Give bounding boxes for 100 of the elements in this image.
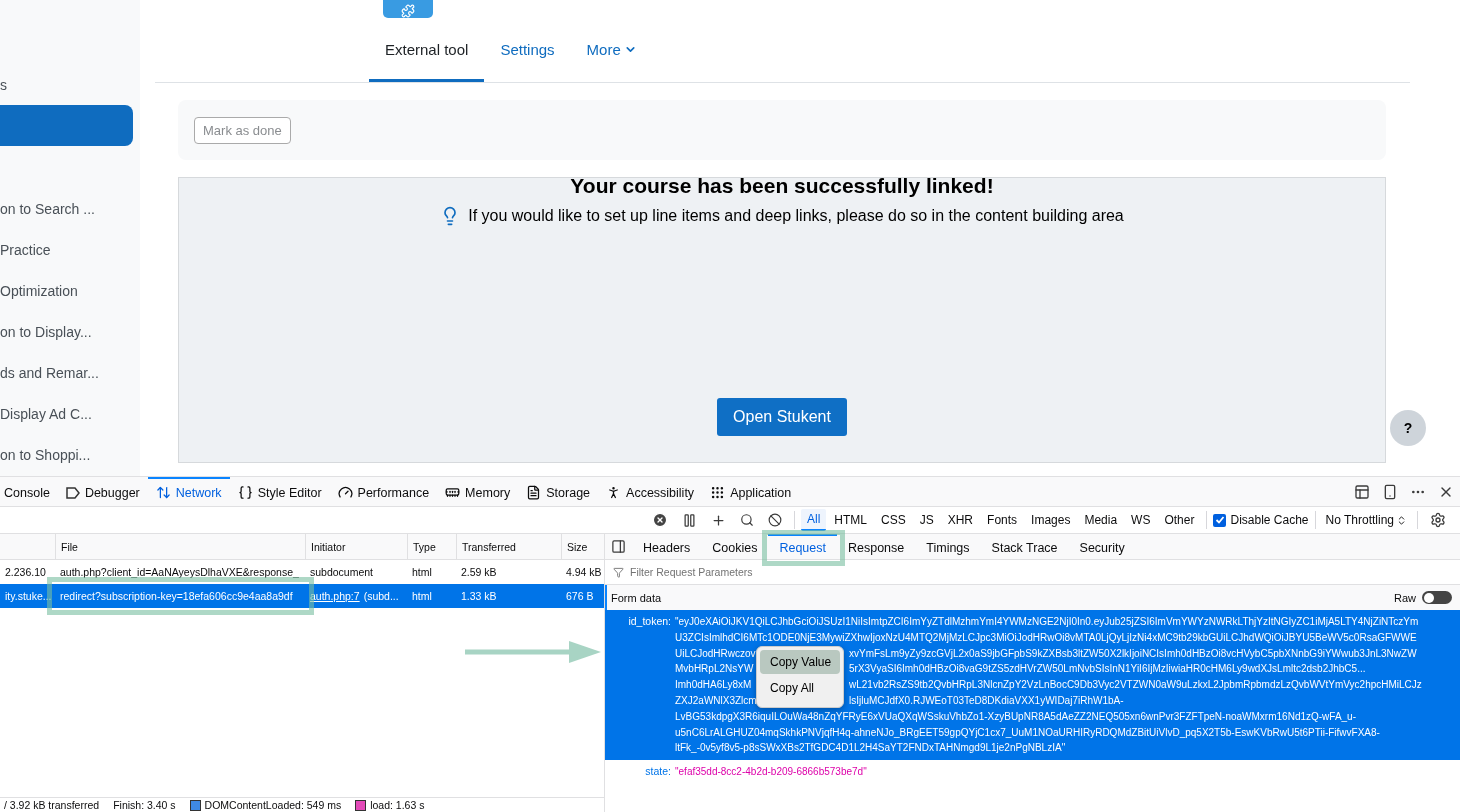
label-icon	[65, 486, 80, 499]
sidebar-item[interactable]: Practice	[0, 229, 140, 270]
sidebar-item[interactable]: s	[0, 64, 140, 105]
open-button[interactable]: Open Stukent	[717, 398, 847, 436]
devtools-tab[interactable]: Storage	[518, 477, 599, 506]
menu-item[interactable]: Copy All	[760, 676, 840, 700]
table-cell-text: ity.stuke...	[4, 589, 53, 604]
status-text: / 3.92 kB transferred	[4, 799, 100, 811]
hint-text: If you would like to set up line items and deep links, please do so in the content building area	[468, 207, 1124, 225]
param-value: MvbHRpL2NsYW	[675, 662, 753, 677]
table-cell-text: 4.94 kB	[565, 565, 603, 580]
param-value: xvYmFsLm9yZy9zcGVjL2x0aS9jbGFpbS9kZXBsb3ltZW50X2lkIjoiNCIsImh0dHBzOi8vcHVybC5pbXNnbG9iYWwub3JnL3NwZW	[849, 646, 1418, 661]
tab-icon	[445, 485, 461, 500]
table-cell-text: html	[411, 565, 433, 580]
param-value: LvBG53kdpgX3R6iquILOuWa48nZqYFRyE6xVUaQXqWSskuVhbZo1-XzyBUpNR8A5dAeZZ2NEQ505xn6wnPvr3FZFTpeN-noaWMxrm16Nd1zQ-wFA_u-	[675, 709, 1357, 724]
sidebar-item[interactable]: on to Shoppi...	[0, 434, 140, 475]
filter-button[interactable]: HTML	[828, 510, 873, 530]
status-text: DOMContentLoaded: 549 ms	[204, 799, 342, 811]
filter-button[interactable]: Media	[1078, 510, 1124, 530]
sidebar-item[interactable]: Optimization	[0, 270, 140, 311]
param-value: wL21vb2RsZS9tb2QvbHRpL3NlcnZpY2VzLnBocC9Db3Vyc2VTZWN0aW9uLzkxL2JpbmRpbmdzLzQvbWVtYmVyc2hpcHMiLCJz	[849, 678, 1423, 693]
status-text: load: 1.63 s	[370, 799, 425, 811]
param-value: "eyJ0eXAiOiJKV1QiLCJhbGciOiJSUzI1NiIsImtpZCI6ImYyZTdlMzhmYmI4YWMzNGE2NjI0In0.eyJub25jZSI6ImVmYWYzNWRkLThjYzItNGIyZC1iMjA5LTY4NjZiNTczYm	[675, 615, 1420, 629]
updown-icon	[1396, 514, 1407, 526]
param-value: U3ZCIsImlhdCI6MTc1ODE0NjE3MywiZXhwIjoxNzU4MTQ2MjMzLCJpc3MiOiJodHRwOi8vMTA0LjQyLjIzNi4xMC9tb29kbGUiLCJhdWQiOiJBYU5BeWV5c0RsaGFWWE	[675, 630, 1418, 645]
table-cell-text: redirect?subscription-key=18efa606cc9e4aa8a9df	[59, 589, 294, 604]
devtools-tab[interactable]: Application	[702, 477, 800, 506]
table-cell-text: auth.php:7 (subd...	[309, 589, 400, 604]
param-value: "efaf35dd-8cc2-4b2d-b209-6866b573be7d"	[675, 765, 868, 780]
checkbox-label: Disable Cache	[1230, 513, 1309, 527]
raw-toggle[interactable]	[1422, 591, 1452, 604]
param-value: u5nC6LrALGHUZ04mqSkhkPNVjqfH4q-ahneNJo_BRgEET59gpQYjC1cx7_UuM1NOaURHIRyRDQMdZBitUiVlvD_pq5X2T5b-EswKVbRwU5t6PTii-FifwvFXA8-	[675, 725, 1381, 740]
menu-item[interactable]: Copy Value	[760, 650, 840, 674]
detail-tab[interactable]: Timings	[915, 534, 981, 559]
table-cell-text: auth.php?client_id=AaNAyeysDlhaVXE&response_	[59, 565, 300, 580]
filter-button[interactable]: WS	[1125, 510, 1157, 530]
column-header[interactable]: Type	[407, 534, 456, 559]
devtools-tab[interactable]: Performance	[329, 477, 438, 506]
column-header[interactable]: Transferred	[456, 534, 561, 559]
sidebar-item[interactable]: on to Display...	[0, 311, 140, 352]
devtools-tab[interactable]: Style Editor	[229, 477, 330, 506]
detail-tab[interactable]: Cookies	[701, 534, 769, 559]
filter-field[interactable]: Filter Request Parameters	[628, 565, 1460, 579]
devtools-tab[interactable]: Memory	[437, 477, 519, 506]
param-row[interactable]: state: "efaf35dd-8cc2-4b2d-b209-6866b573be7d"	[605, 760, 1460, 784]
table-cell-text: 676 B	[565, 589, 595, 604]
column-header[interactable]: File	[55, 534, 305, 559]
section-title: Form data	[611, 591, 662, 604]
request-row[interactable]: ity.stuke... redirect?subscription-key=18efa606cc9e4aa8a9df auth.php:7 (subd... html 1.33 kB 676 B	[0, 584, 604, 608]
param-value: Imh0dHA6Ly8xM	[675, 678, 753, 693]
filter-button[interactable]: Other	[1158, 510, 1201, 530]
tab-icon	[337, 485, 353, 500]
param-value: 5rX3VyaSI6Imh0dHBzOi8vaG9tZS5zdHVrZW50LmNvbSIsInN1YiI6IjMzIiwiaHR0cHM6Ly9wdXJsLmltc2dsb2JhbC5...	[849, 662, 1367, 677]
column-header[interactable]: Initiator	[305, 534, 407, 559]
status-text: Finish: 3.40 s	[113, 799, 176, 811]
sidebar-item[interactable]: on to Search ...	[0, 188, 140, 229]
detail-tab[interactable]: Response	[837, 534, 916, 559]
param-value: ltFk_-0v5yf8v5-p8sSWxXBs2TfGDC4D1L2H4SaYT2FNDxTAHNmgd9L1je2nPgNBLzIA"	[675, 741, 1067, 756]
devtools-tab[interactable]: Network	[147, 477, 230, 506]
checkbox[interactable]	[1213, 513, 1227, 527]
param-value: lsIjluMCJdfX0.RJWEoT03TeD8DKdiaVXX1yWIDaj7iRhW1bA-	[849, 694, 1125, 708]
activity-tab[interactable]: Settings	[484, 19, 571, 82]
success-title: Your course has been successfully linked!	[570, 174, 994, 198]
toggle-label: Raw	[1394, 591, 1416, 604]
filter-button[interactable]: CSS	[875, 510, 912, 530]
detail-tab[interactable]: Stack Trace	[980, 534, 1069, 559]
filter-button[interactable]: XHR	[941, 510, 980, 530]
param-row[interactable]	[605, 610, 1460, 761]
param-name: id_token:	[627, 614, 671, 629]
request-row[interactable]: 2.236.10 auth.php?client_id=AaNAyeysDlhaVXE&response_ subdocument html 2.59 kB 4.94 kB	[0, 560, 604, 584]
tab-icon	[526, 485, 542, 500]
help-button[interactable]: ?	[1390, 410, 1426, 446]
table-cell-text: html	[411, 589, 433, 604]
param-name: state:	[644, 764, 671, 780]
devtools-tab[interactable]: Console	[0, 477, 58, 506]
activity-tab[interactable]: More	[570, 19, 653, 82]
tab-icon	[155, 485, 171, 500]
table-cell-text: 1.33 kB	[460, 589, 498, 604]
mark-as-done-button[interactable]: Mark as done	[194, 116, 291, 144]
devtools-tab[interactable]: Debugger	[57, 477, 148, 506]
sidebar-item[interactable]: Display Ad C...	[0, 393, 140, 434]
table-cell-text: subdocument	[309, 565, 375, 580]
detail-tab[interactable]: Security	[1068, 534, 1136, 559]
sidebar-item[interactable]: ds and Remar...	[0, 352, 140, 393]
filter-button[interactable]: All	[801, 509, 827, 531]
activity-tab[interactable]: External tool	[369, 19, 485, 82]
detail-tab[interactable]: Headers	[632, 534, 702, 559]
devtools-tab[interactable]: Accessibility	[598, 477, 703, 506]
filter-icon	[613, 566, 624, 578]
filter-button[interactable]: Fonts	[981, 510, 1024, 530]
section-header[interactable]: Form data Raw	[605, 585, 1460, 610]
table-cell-text: 2.59 kB	[460, 565, 498, 580]
tab-icon	[710, 485, 726, 500]
filter-button[interactable]: JS	[913, 510, 940, 530]
throttling-select[interactable]: No Throttling	[1321, 513, 1411, 527]
initiator-link[interactable]: auth.php:7	[310, 590, 360, 602]
tab-icon	[237, 485, 253, 500]
filter-button[interactable]: Images	[1025, 510, 1077, 530]
table-cell-text: 2.236.10	[4, 565, 47, 580]
detail-tab[interactable]: Request	[768, 534, 837, 559]
